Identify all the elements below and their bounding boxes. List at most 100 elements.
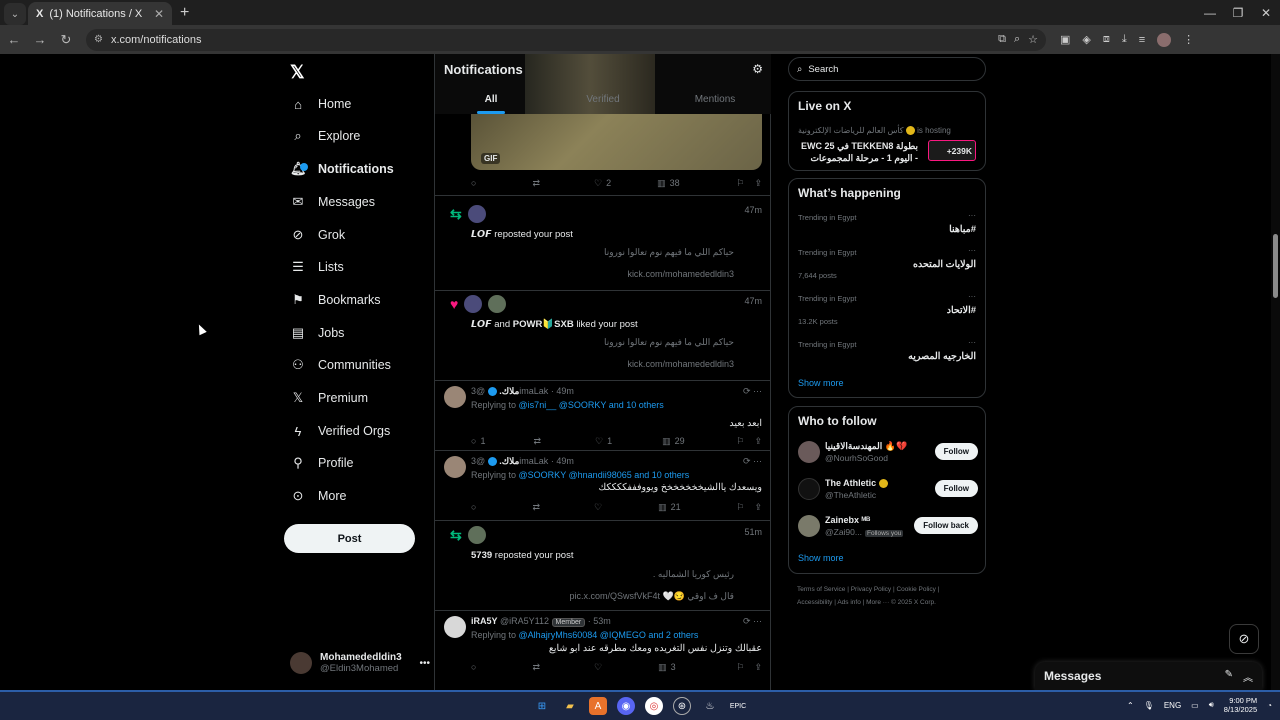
footer-links[interactable]: Accessibility | Ads info | More ··· © 20…	[797, 599, 936, 606]
repost-icon[interactable]: ⇄	[532, 502, 540, 513]
nav-verified-orgs[interactable]: ϟ Verified Orgs	[290, 416, 391, 446]
discord-icon[interactable]: ◉	[617, 697, 635, 715]
new-message-icon[interactable]: ✎	[1225, 669, 1233, 684]
nav-jobs[interactable]: ▤ Jobs	[290, 318, 345, 348]
reply-tweet[interactable]: ملاك. @3imaLak · 49m ⟳ ··· Replying to @…	[435, 380, 771, 450]
avatar[interactable]	[464, 295, 483, 313]
scrollbar[interactable]	[1271, 54, 1280, 690]
nav-bookmarks[interactable]: ⚑ Bookmarks	[290, 285, 380, 315]
display-icon[interactable]: ▭	[1191, 701, 1199, 710]
notification-item[interactable]: ♥ 47m 𝙇𝙊𝙁 and POWR🔰SXB liked your post ح…	[435, 290, 771, 380]
account-switcher[interactable]: Mohamededldin3 @Eldin3Mohamed •••	[290, 652, 430, 674]
messages-drawer[interactable]: Messages ✎ ︽	[1035, 662, 1262, 690]
avatar[interactable]	[798, 515, 820, 537]
nav-premium[interactable]: 𝕏 Premium	[290, 383, 368, 413]
more-dots-icon[interactable]: ···	[968, 292, 976, 301]
nav-grok[interactable]: ⊘ Grok	[290, 220, 346, 250]
nav-notifications[interactable]: 🔔︎ Notifications	[290, 154, 394, 184]
avatar[interactable]	[467, 526, 486, 544]
browser-tab[interactable]: X (1) Notifications / X ✕	[28, 2, 172, 25]
settings-gear-icon[interactable]: ⚙	[752, 62, 763, 76]
follow-button[interactable]: Follow	[934, 443, 978, 460]
nav-lists[interactable]: ☰ Lists	[290, 252, 344, 282]
bookmark-star-icon[interactable]: ☆	[1028, 33, 1038, 46]
epic-games-icon[interactable]: EPIC	[729, 697, 747, 715]
app-icon[interactable]: A	[589, 697, 607, 715]
app-icon[interactable]: ⊛	[673, 697, 691, 715]
bookmark-icon[interactable]: ⚐	[736, 178, 744, 189]
bookmark-icon[interactable]: ⚐	[736, 662, 744, 673]
site-info-icon[interactable]: ⚙	[94, 34, 103, 45]
like-icon[interactable]: ♡ 2	[594, 178, 611, 189]
windows-start-icon[interactable]: ⊞	[533, 697, 551, 715]
reload-icon[interactable]: ↻	[54, 32, 78, 48]
file-explorer-icon[interactable]: ▰	[561, 697, 579, 715]
media-icon[interactable]: ≡	[1139, 34, 1145, 46]
nav-more[interactable]: ⊙ More	[290, 481, 347, 511]
live-stream-title[interactable]: بطولة TEKKEN8 في EWC 25 - اليوم 1 - مرحل…	[798, 140, 918, 164]
share-icon[interactable]: ⇪	[754, 662, 762, 673]
volume-icon[interactable]: 🔊︎	[1209, 700, 1214, 710]
grok-floating-button[interactable]: ⊘	[1229, 624, 1259, 654]
reply-icon[interactable]: ○	[471, 178, 476, 188]
new-tab-button[interactable]: +	[180, 4, 189, 22]
search-input[interactable]: ⌕ Search	[788, 57, 986, 81]
reply-icon[interactable]: ○	[471, 502, 476, 512]
omnibox[interactable]: ⚙ x.com/notifications ⧉ ⌕ ☆	[86, 28, 1046, 51]
install-app-icon[interactable]: ⧉	[998, 33, 1006, 46]
reply-tweet[interactable]: iRA5Y @iRA5Y112 Member · 53m ⟳ ··· Reply…	[435, 610, 771, 690]
language-indicator[interactable]: ENG	[1164, 701, 1181, 710]
trend-item[interactable]: Trending in Egypt ··· الولايات المتحده 7,64…	[798, 246, 976, 280]
more-dots-icon[interactable]: ···	[968, 338, 976, 347]
trend-item[interactable]: Trending in Egypt ··· الخارجيه المصريه	[798, 338, 976, 362]
reply-icon[interactable]: ○	[471, 662, 476, 672]
reply-tweet[interactable]: ملاك. @3imaLak · 49m ⟳ ··· Replying to @…	[435, 450, 771, 520]
tab-all[interactable]: All	[435, 88, 547, 114]
gif-media[interactable]: GIF	[471, 114, 762, 170]
back-icon[interactable]: ←	[2, 32, 26, 47]
close-window-icon[interactable]: ✕	[1252, 0, 1280, 25]
follow-suggestion[interactable]: The Athletic @TheAthletic Follow	[798, 476, 978, 502]
bookmark-icon[interactable]: ⚐	[736, 436, 744, 447]
avatar[interactable]	[444, 456, 466, 478]
notification-center-icon[interactable]: ◔	[1267, 701, 1272, 710]
clock[interactable]: 9:00 PM 8/13/2025	[1224, 696, 1257, 714]
live-host[interactable]: كأس العالم للرياضات الإلكترونية is hosti…	[798, 126, 951, 136]
follow-button[interactable]: Follow	[934, 480, 978, 497]
trend-item[interactable]: Trending in Egypt ··· #الاتحاد 13.2K posts	[798, 292, 976, 326]
maximize-icon[interactable]: ❐	[1224, 0, 1252, 25]
chrome-icon[interactable]: ◎	[645, 697, 663, 715]
follow-suggestion[interactable]: Zainebx ᴹᴮ @Zai90... Follows you Follow b…	[798, 513, 978, 539]
nav-messages[interactable]: ✉ Messages	[290, 187, 375, 217]
nav-explore[interactable]: ⌕ Explore	[290, 121, 360, 151]
like-icon[interactable]: ♡	[594, 502, 602, 513]
avatar[interactable]	[467, 205, 486, 223]
like-icon[interactable]: ♡ 1	[595, 436, 612, 447]
zoom-icon[interactable]: ⌕	[1014, 33, 1020, 46]
avatar[interactable]	[444, 616, 466, 638]
tab-search-button[interactable]: ⌄	[4, 3, 26, 25]
post-button[interactable]: Post	[284, 524, 415, 553]
avatar[interactable]	[488, 295, 507, 313]
avatar[interactable]	[798, 478, 820, 500]
downloads-icon[interactable]: ⤓	[1122, 33, 1127, 46]
chevron-up-icon[interactable]: ⌃	[1127, 701, 1134, 710]
forward-icon[interactable]: →	[28, 32, 52, 47]
share-icon[interactable]: ⇪	[754, 436, 762, 447]
avatar[interactable]	[444, 386, 466, 408]
repost-icon[interactable]: ⇄	[532, 178, 540, 189]
extension-icon[interactable]: ◈	[1082, 33, 1090, 46]
notification-item[interactable]: ⇆ 51m 5739 reposted your post رئيس كوريا…	[435, 520, 771, 610]
close-tab-icon[interactable]: ✕	[154, 7, 164, 21]
views-icon[interactable]: ▥ 21	[658, 502, 681, 513]
tweet-menu[interactable]: ⟳ ···	[743, 456, 762, 467]
like-icon[interactable]: ♡	[594, 662, 602, 673]
repost-icon[interactable]: ⇄	[533, 436, 541, 447]
nav-home[interactable]: ⌂ Home	[290, 89, 351, 119]
extensions-puzzle-icon[interactable]: ⧈	[1103, 33, 1110, 46]
show-more-link[interactable]: Show more	[798, 378, 844, 388]
tab-verified[interactable]: Verified	[547, 88, 659, 114]
nav-profile[interactable]: ⚲ Profile	[290, 448, 353, 478]
tab-mentions[interactable]: Mentions	[659, 88, 771, 114]
trend-item[interactable]: Trending in Egypt ··· #مباهنا	[798, 211, 976, 235]
